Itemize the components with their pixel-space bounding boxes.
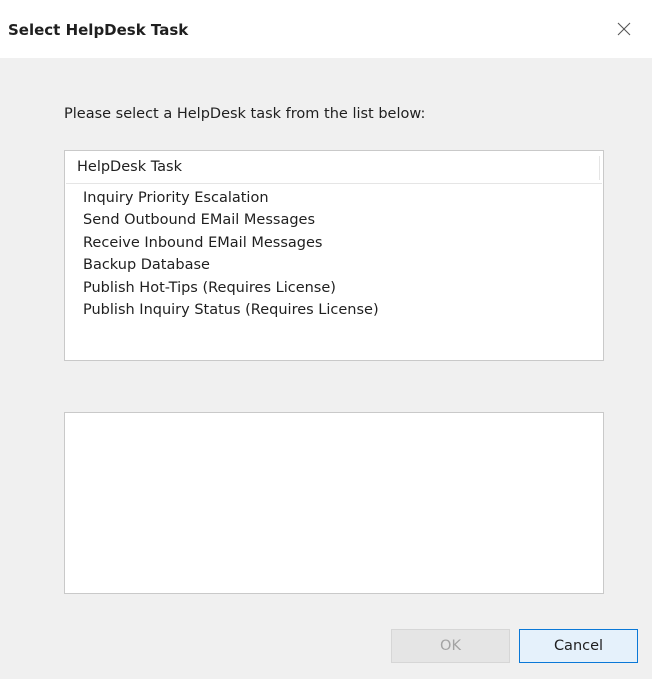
close-icon xyxy=(617,22,631,36)
column-divider xyxy=(599,156,600,180)
cancel-button[interactable]: Cancel xyxy=(519,629,638,663)
list-item[interactable]: Receive Inbound EMail Messages xyxy=(65,232,603,254)
close-button[interactable] xyxy=(605,14,643,44)
list-item[interactable]: Publish Hot-Tips (Requires License) xyxy=(65,277,603,299)
instruction-text: Please select a HelpDesk task from the l… xyxy=(64,106,426,122)
ok-button[interactable]: OK xyxy=(391,629,510,663)
list-item[interactable]: Backup Database xyxy=(65,254,603,276)
list-item[interactable]: Publish Inquiry Status (Requires License… xyxy=(65,299,603,321)
select-helpdesk-task-dialog: Select HelpDesk Task Please select a Hel… xyxy=(0,0,652,679)
column-header-label: HelpDesk Task xyxy=(77,159,182,175)
task-list-items: Inquiry Priority Escalation Send Outboun… xyxy=(65,187,603,321)
task-listbox[interactable]: HelpDesk Task Inquiry Priority Escalatio… xyxy=(64,150,604,361)
window-title: Select HelpDesk Task xyxy=(8,21,189,39)
task-description-box xyxy=(64,412,604,594)
title-bar: Select HelpDesk Task xyxy=(0,0,652,58)
list-item[interactable]: Inquiry Priority Escalation xyxy=(65,187,603,209)
list-item[interactable]: Send Outbound EMail Messages xyxy=(65,209,603,231)
list-column-header[interactable]: HelpDesk Task xyxy=(66,152,602,184)
